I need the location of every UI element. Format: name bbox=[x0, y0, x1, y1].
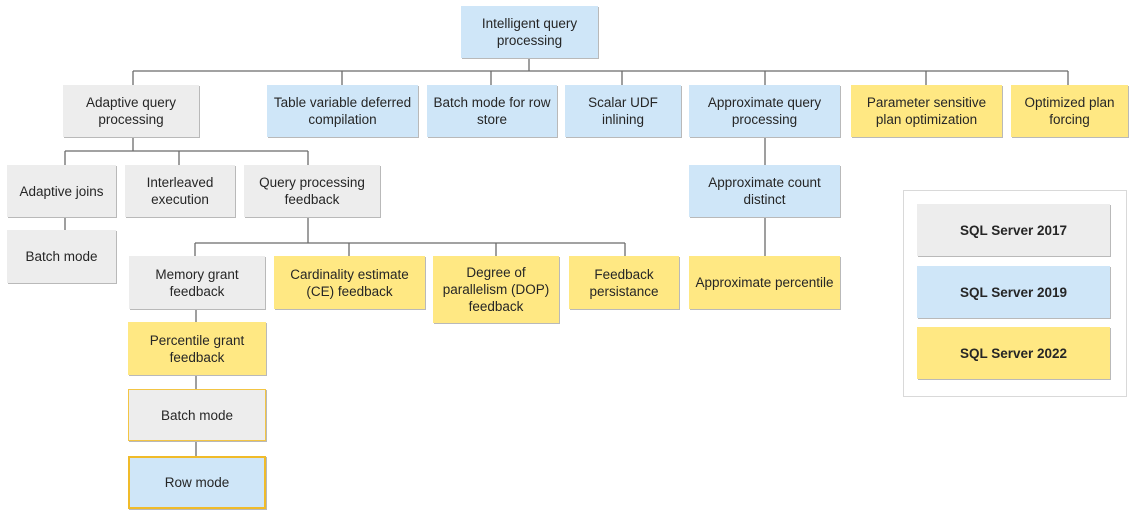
node-query-processing-feedback: Query processing feedback bbox=[244, 165, 380, 217]
node-table-variable-deferred-compilation: Table variable deferred compilation bbox=[267, 85, 418, 137]
node-adaptive-joins: Adaptive joins bbox=[7, 165, 116, 217]
node-adaptive-query-processing: Adaptive query processing bbox=[63, 85, 199, 137]
legend-item-sql-server-2019: SQL Server 2019 bbox=[917, 266, 1110, 318]
node-approximate-query-processing: Approximate query processing bbox=[689, 85, 840, 137]
node-percentile-grant-feedback: Percentile grant feedback bbox=[128, 322, 266, 375]
node-batch-mode-for-row-store: Batch mode for row store bbox=[427, 85, 557, 137]
node-optimized-plan-forcing: Optimized plan forcing bbox=[1011, 85, 1128, 137]
node-interleaved-execution: Interleaved execution bbox=[125, 165, 235, 217]
node-scalar-udf-inlining: Scalar UDF inlining bbox=[565, 85, 681, 137]
node-dop-feedback: Degree of parallelism (DOP) feedback bbox=[433, 256, 559, 323]
node-feedback-persistance: Feedback persistance bbox=[569, 256, 679, 309]
node-approximate-count-distinct: Approximate count distinct bbox=[689, 165, 840, 217]
node-memory-grant-feedback: Memory grant feedback bbox=[129, 256, 265, 309]
legend-item-sql-server-2017: SQL Server 2017 bbox=[917, 204, 1110, 256]
node-approximate-percentile: Approximate percentile bbox=[689, 256, 840, 309]
node-adaptive-joins-batch-mode: Batch mode bbox=[7, 230, 116, 283]
node-memory-grant-row-mode: Row mode bbox=[128, 456, 266, 509]
legend-item-sql-server-2022: SQL Server 2022 bbox=[917, 327, 1110, 379]
node-parameter-sensitive-plan-optimization: Parameter sensitive plan optimization bbox=[851, 85, 1002, 137]
node-cardinality-estimate-feedback: Cardinality estimate (CE) feedback bbox=[274, 256, 425, 309]
feature-hierarchy-diagram: Intelligent query processing Adaptive qu… bbox=[0, 0, 1134, 516]
node-intelligent-query-processing: Intelligent query processing bbox=[461, 6, 598, 58]
node-memory-grant-batch-mode: Batch mode bbox=[128, 389, 266, 441]
